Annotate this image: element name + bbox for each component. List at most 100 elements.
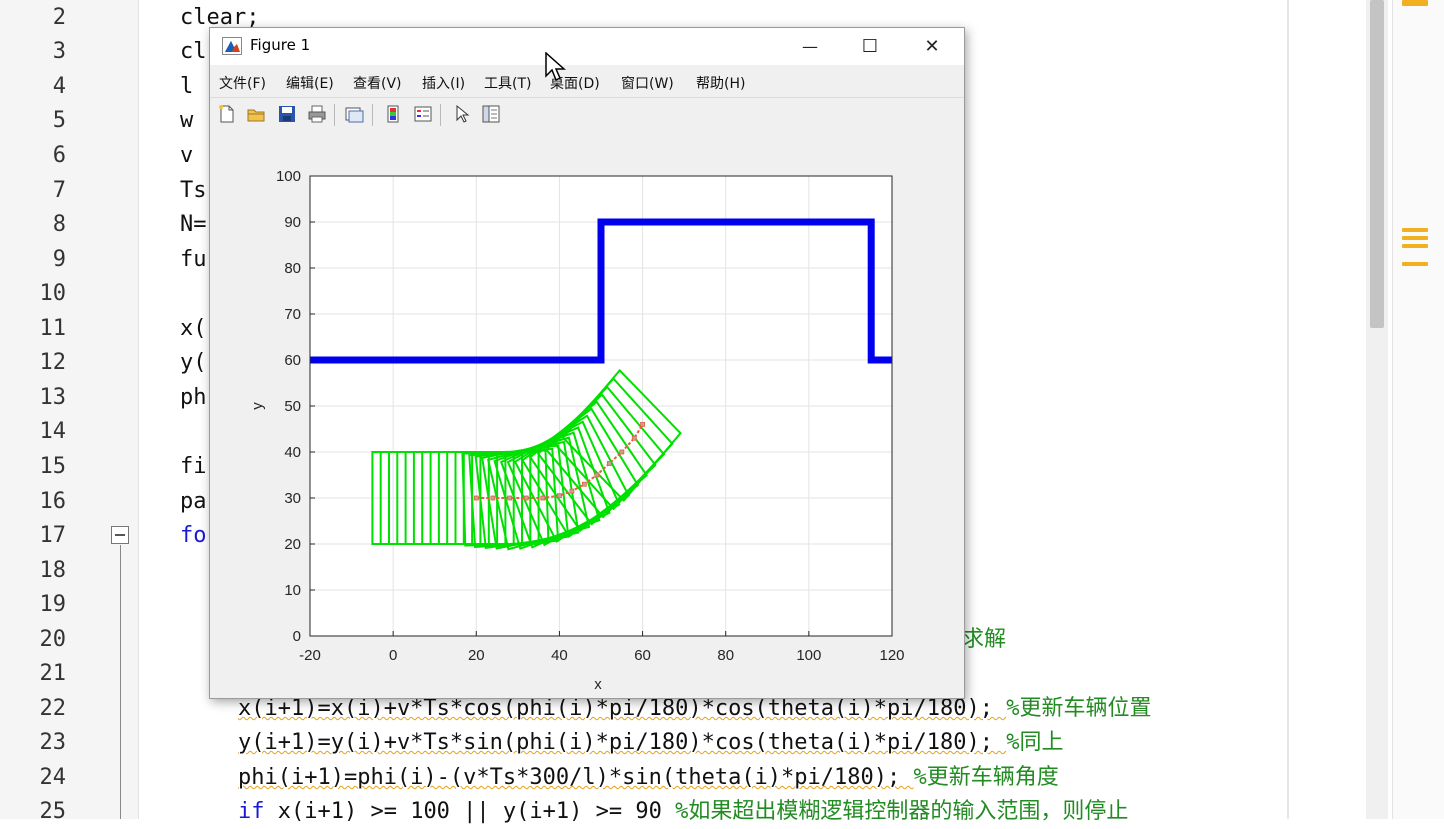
y-tick-label: 50 bbox=[284, 398, 301, 415]
code-comment: %更新车辆角度 bbox=[913, 765, 1059, 790]
path-point bbox=[473, 495, 479, 501]
code-fold-toggle[interactable] bbox=[111, 526, 129, 544]
open-folder-icon[interactable] bbox=[246, 104, 266, 124]
y-tick-label: 10 bbox=[284, 582, 301, 599]
line-number: 25 bbox=[39, 799, 67, 824]
code-line[interactable]: ph bbox=[180, 381, 207, 415]
code-line[interactable]: x( bbox=[180, 312, 207, 346]
maximize-button[interactable]: ☐ bbox=[840, 28, 900, 65]
code-line[interactable]: pa bbox=[180, 485, 207, 519]
analyzer-warning-mark[interactable] bbox=[1402, 244, 1428, 248]
scrollbar-thumb[interactable] bbox=[1370, 0, 1384, 328]
code-text: x(i+1) >= 100 || y(i+1) >= 90 bbox=[264, 799, 676, 824]
toolbar-separator bbox=[440, 104, 441, 126]
analyzer-warning-mark[interactable] bbox=[1402, 228, 1428, 232]
save-icon[interactable] bbox=[277, 104, 297, 124]
matlab-figure-icon bbox=[222, 37, 242, 55]
code-line[interactable]: Ts bbox=[180, 174, 207, 208]
code-line[interactable]: fu bbox=[180, 243, 207, 277]
line-number: 19 bbox=[39, 592, 67, 617]
path-point bbox=[557, 493, 562, 499]
code-comment: %更新车辆位置 bbox=[1006, 696, 1152, 721]
figure-canvas[interactable]: -20 0 20 40 60 80 100 120 0 10 20 30 40 50 60 70 80 90 100… bbox=[210, 132, 964, 698]
line-number: 6 bbox=[52, 143, 66, 168]
line-number: 14 bbox=[39, 419, 67, 444]
analyzer-warning-mark[interactable] bbox=[1402, 236, 1428, 240]
property-inspector-icon[interactable] bbox=[481, 104, 501, 124]
toolbar-separator bbox=[334, 104, 335, 126]
y-tick-label: 60 bbox=[284, 352, 301, 369]
trajectory-plot[interactable]: -20 0 20 40 60 80 100 120 0 10 20 30 40 50 60 70 80 90 100… bbox=[210, 132, 964, 698]
line-number: 21 bbox=[39, 661, 67, 686]
link-plot-icon[interactable] bbox=[344, 104, 364, 124]
path-point bbox=[523, 495, 529, 501]
menu-tools[interactable]: 工具(T) bbox=[484, 73, 531, 93]
menu-edit[interactable]: 编辑(E) bbox=[286, 73, 334, 93]
figure-toolbar bbox=[210, 97, 964, 133]
y-tick-label: 0 bbox=[293, 628, 301, 645]
line-number: 10 bbox=[39, 281, 67, 306]
menu-view[interactable]: 查看(V) bbox=[353, 73, 402, 93]
code-line[interactable]: fi bbox=[180, 450, 207, 484]
code-line[interactable]: if x(i+1) >= 100 || y(i+1) >= 90 %如果超出模糊… bbox=[238, 795, 1128, 829]
line-number: 16 bbox=[39, 489, 67, 514]
insert-colorbar-icon[interactable] bbox=[383, 104, 403, 124]
analyzer-warning-mark[interactable] bbox=[1402, 0, 1428, 6]
path-point bbox=[619, 449, 625, 455]
menu-window[interactable]: 窗口(W) bbox=[621, 73, 674, 93]
code-comment[interactable]: 求解 bbox=[962, 623, 1006, 657]
code-line[interactable]: w bbox=[180, 104, 193, 138]
code-line[interactable]: fo bbox=[180, 519, 207, 553]
menu-file[interactable]: 文件(F) bbox=[219, 73, 266, 93]
path-point bbox=[594, 472, 600, 478]
code-comment: %同上 bbox=[1006, 730, 1064, 755]
code-analyzer-bar bbox=[1392, 0, 1444, 819]
code-line[interactable]: cl bbox=[180, 35, 207, 69]
path-point bbox=[631, 435, 637, 441]
line-number: 5 bbox=[52, 108, 66, 133]
code-line[interactable]: y( bbox=[180, 346, 207, 380]
line-number: 11 bbox=[39, 316, 67, 341]
code-line[interactable]: l bbox=[180, 70, 193, 104]
line-number: 3 bbox=[52, 39, 66, 64]
figure-title: Figure 1 bbox=[250, 36, 311, 54]
mouse-cursor-icon bbox=[545, 52, 566, 82]
toolbar-separator bbox=[372, 104, 373, 126]
close-button[interactable]: ✕ bbox=[902, 28, 962, 65]
code-line[interactable]: y(i+1)=y(i)+v*Ts*sin(phi(i)*pi/180)*cos(… bbox=[238, 726, 1063, 760]
path-point bbox=[581, 481, 587, 487]
menu-help[interactable]: 帮助(H) bbox=[696, 73, 745, 93]
code-text: y(i+1)=y(i)+v*Ts*sin(phi(i)*pi/180)*cos(… bbox=[238, 730, 1007, 755]
path-point bbox=[606, 461, 612, 466]
x-tick-label: 40 bbox=[551, 647, 568, 664]
print-icon[interactable] bbox=[307, 104, 327, 124]
line-number: 20 bbox=[39, 627, 67, 652]
analyzer-warning-mark[interactable] bbox=[1402, 262, 1428, 266]
line-number: 24 bbox=[39, 765, 67, 790]
code-line[interactable]: phi(i+1)=phi(i)-(v*Ts*300/l)*sin(theta(i… bbox=[238, 761, 1059, 795]
line-number: 22 bbox=[39, 696, 67, 721]
code-fold-line bbox=[120, 545, 121, 819]
code-keyword: if bbox=[238, 799, 265, 824]
figure-titlebar[interactable]: Figure 1 — ☐ ✕ bbox=[210, 28, 964, 65]
x-tick-label: 20 bbox=[468, 647, 485, 664]
minimize-button[interactable]: — bbox=[780, 28, 840, 65]
code-comment: %如果超出模糊逻辑控制器的输入范围，则停止 bbox=[675, 799, 1129, 824]
y-tick-label: 20 bbox=[284, 536, 301, 553]
code-line[interactable]: N= bbox=[180, 208, 207, 242]
line-number: 15 bbox=[39, 454, 67, 479]
code-text: phi(i+1)=phi(i)-(v*Ts*300/l)*sin(theta(i… bbox=[238, 765, 914, 790]
code-line[interactable]: v bbox=[180, 139, 193, 173]
pointer-arrow-icon[interactable] bbox=[452, 104, 472, 124]
x-tick-label: 100 bbox=[796, 647, 821, 664]
code-text: x(i+1)=x(i)+v*Ts*cos(phi(i)*pi/180)*cos(… bbox=[238, 696, 1007, 721]
figure-window[interactable]: Figure 1 — ☐ ✕ 文件(F) 编辑(E) 查看(V) 插入(I) 工… bbox=[209, 27, 965, 699]
menu-insert[interactable]: 插入(I) bbox=[422, 73, 465, 93]
y-axis-label: y bbox=[249, 402, 266, 410]
figure-menubar: 文件(F) 编辑(E) 查看(V) 插入(I) 工具(T) 桌面(D) 窗口(W… bbox=[210, 65, 964, 125]
x-tick-label: 60 bbox=[634, 647, 651, 664]
y-tick-label: 90 bbox=[284, 214, 301, 231]
insert-legend-icon[interactable] bbox=[413, 104, 433, 124]
line-number: 8 bbox=[52, 212, 66, 237]
new-figure-icon[interactable] bbox=[217, 104, 237, 124]
